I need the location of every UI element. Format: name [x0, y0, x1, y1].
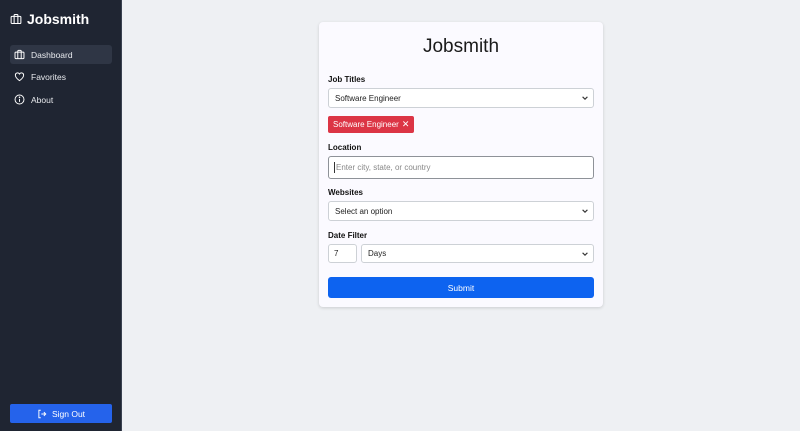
heart-icon: [14, 72, 25, 82]
briefcase-icon: [10, 13, 22, 25]
sidebar-item-label: Dashboard: [31, 49, 73, 60]
job-titles-select[interactable]: Software Engineer: [328, 88, 594, 108]
submit-button[interactable]: Submit: [328, 277, 594, 298]
sidebar-item-about[interactable]: About: [10, 90, 112, 109]
sign-out-icon: [38, 409, 47, 418]
brand-name: Jobsmith: [27, 11, 90, 27]
location-input[interactable]: Enter city, state, or country: [328, 156, 594, 179]
briefcase-icon: [14, 49, 25, 60]
job-title-tag: Software Engineer ✕: [328, 116, 415, 133]
websites-label: Websites: [328, 188, 363, 197]
close-icon[interactable]: ✕: [402, 119, 410, 130]
location-placeholder: Enter city, state, or country: [336, 163, 431, 172]
location-label: Location: [328, 143, 362, 152]
sign-out-label: Sign Out: [51, 408, 86, 419]
chevron-down-icon: [582, 252, 588, 256]
chevron-down-icon: [582, 209, 588, 213]
date-amount-value: 7: [334, 249, 339, 258]
sidebar: Jobsmith Dashboard Favorites About Sign …: [0, 0, 122, 431]
brand[interactable]: Jobsmith: [10, 10, 89, 28]
sidebar-item-dashboard[interactable]: Dashboard: [10, 45, 112, 64]
date-amount-input[interactable]: 7: [328, 244, 357, 263]
info-icon: [14, 94, 25, 105]
websites-select[interactable]: Select an option: [328, 201, 594, 221]
date-unit-selected: Days: [368, 249, 387, 258]
job-titles-selected: Software Engineer: [335, 93, 401, 103]
sidebar-item-label: About: [31, 94, 54, 105]
page-title: Jobsmith: [422, 36, 500, 57]
sidebar-item-label: Favorites: [31, 71, 66, 82]
date-filter-label: Date Filter: [328, 231, 368, 240]
websites-selected: Select an option: [335, 206, 393, 216]
tag-label: Software Engineer: [333, 120, 399, 129]
search-form-card: Jobsmith Job Titles Software Engineer So…: [319, 22, 603, 307]
job-titles-label: Job Titles: [328, 75, 366, 84]
chevron-down-icon: [582, 96, 588, 100]
text-caret: [334, 162, 335, 173]
sidebar-item-favorites[interactable]: Favorites: [10, 67, 112, 86]
submit-label: Submit: [447, 282, 475, 293]
sign-out-button[interactable]: Sign Out: [10, 404, 112, 423]
date-unit-select[interactable]: Days: [361, 244, 594, 263]
